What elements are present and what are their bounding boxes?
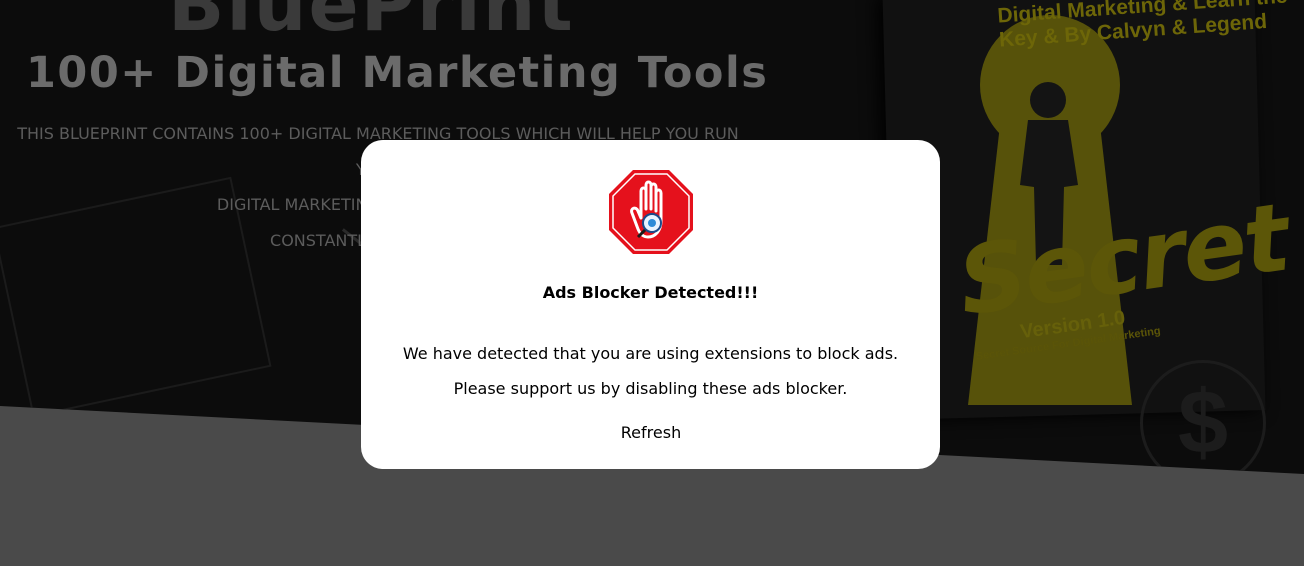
modal-message: We have detected that you are using exte… (361, 336, 940, 406)
modal-message-line: We have detected that you are using exte… (402, 344, 899, 363)
refresh-button[interactable]: Refresh (601, 418, 701, 446)
modal-message-line: Please support us by disabling these ads… (453, 379, 848, 398)
modal-title: Ads Blocker Detected!!! (542, 283, 759, 302)
hero-title-top: BluePrint (168, 0, 575, 48)
dollar-icon: $ (1140, 360, 1266, 474)
stop-hand-icon (609, 170, 693, 254)
hero-title: 100+ Digital Marketing Tools (26, 48, 769, 98)
ads-blocker-modal: Ads Blocker Detected!!! We have detected… (361, 140, 940, 469)
